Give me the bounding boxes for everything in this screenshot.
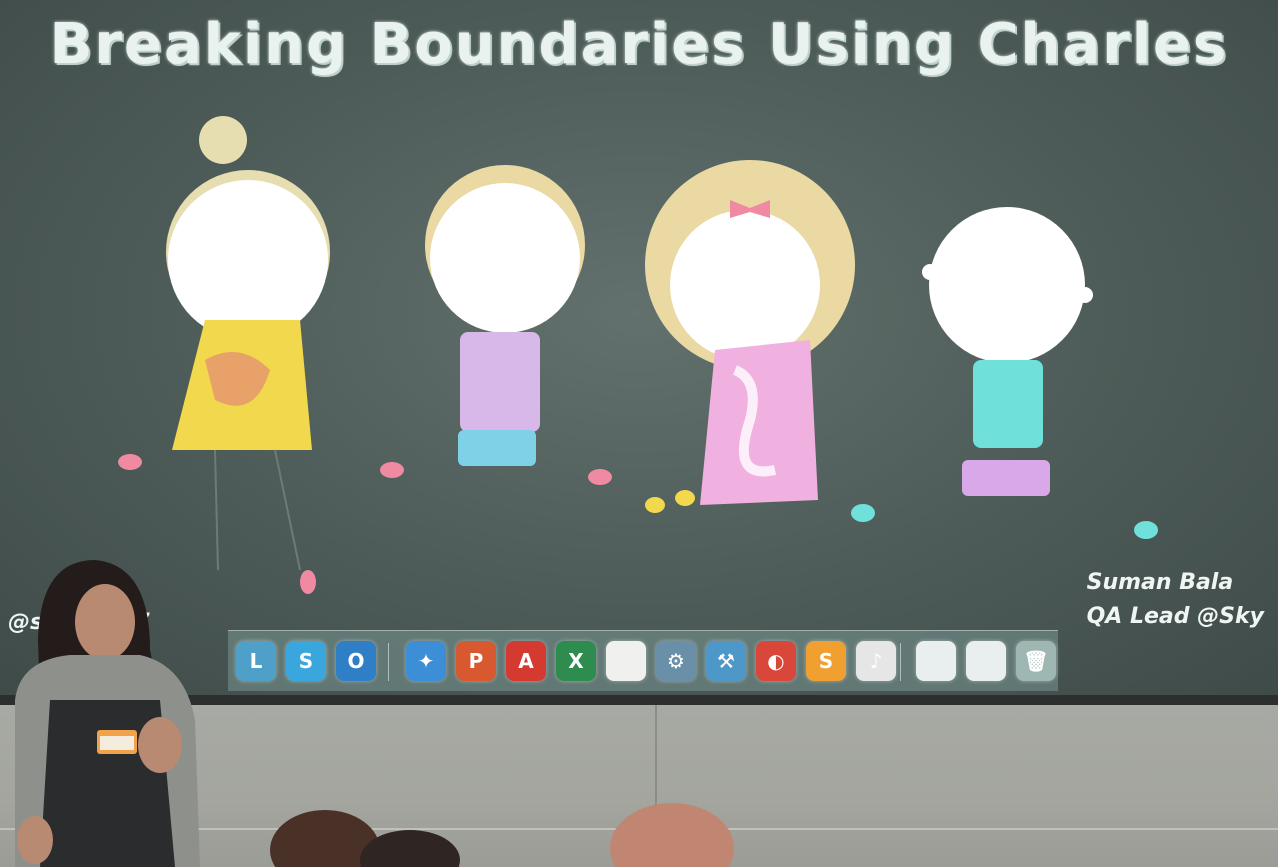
audience (270, 803, 734, 867)
presenter (15, 560, 200, 867)
room-people (15, 560, 734, 867)
